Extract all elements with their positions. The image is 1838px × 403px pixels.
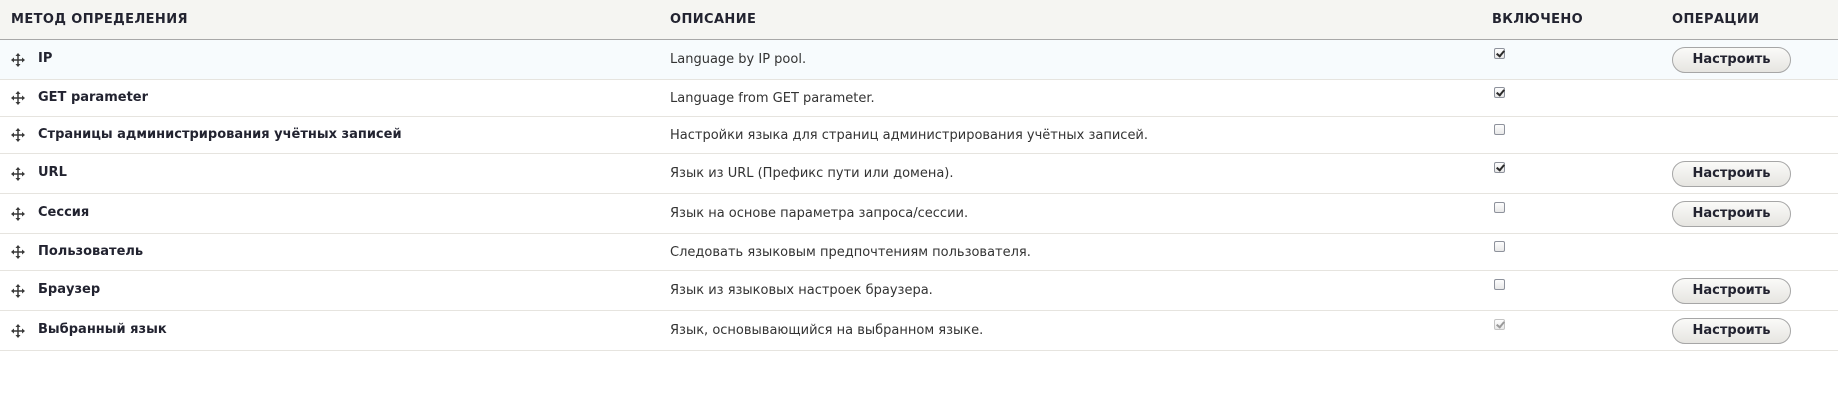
method-description: Язык из URL (Префикс пути или домена). xyxy=(670,166,954,181)
method-description: Язык, основывающийся на выбранном языке. xyxy=(670,323,984,338)
drag-handle-icon[interactable] xyxy=(11,91,25,105)
drag-handle-icon[interactable] xyxy=(11,323,25,338)
configure-button[interactable]: Настроить xyxy=(1672,46,1791,73)
enabled-checkbox[interactable] xyxy=(1494,202,1505,213)
table-row: GET parameter Language from GET paramete… xyxy=(0,79,1838,117)
method-label: IP xyxy=(38,51,53,66)
drag-handle-icon[interactable] xyxy=(11,206,25,221)
configure-button[interactable]: Настроить xyxy=(1672,200,1791,227)
method-label: Пользователь xyxy=(38,243,144,259)
table-header-row: МЕТОД ОПРЕДЕЛЕНИЯ ОПИСАНИЕ ВКЛЮЧЕНО ОПЕР… xyxy=(0,0,1838,40)
drag-handle-icon[interactable] xyxy=(11,283,25,298)
enabled-checkbox[interactable] xyxy=(1494,48,1505,59)
table-row: IP Language by IP pool. Настроить xyxy=(0,39,1838,80)
drag-handle-icon[interactable] xyxy=(11,166,25,181)
drag-handle-icon[interactable] xyxy=(11,52,25,67)
column-header-method: МЕТОД ОПРЕДЕЛЕНИЯ xyxy=(0,0,670,40)
method-description: Язык из языковых настроек браузера. xyxy=(670,283,933,298)
table-row: Сессия Язык на основе параметра запроса/… xyxy=(0,193,1838,234)
method-label: URL xyxy=(38,165,67,180)
table-row: Страницы администрирования учётных запис… xyxy=(0,116,1838,154)
column-header-enabled: ВКЛЮЧЕНО xyxy=(1492,0,1672,40)
column-header-description: ОПИСАНИЕ xyxy=(670,0,1492,40)
enabled-checkbox[interactable] xyxy=(1494,123,1505,135)
enabled-checkbox[interactable] xyxy=(1494,279,1505,290)
column-header-operations: ОПЕРАЦИИ xyxy=(1672,0,1838,40)
configure-button[interactable]: Настроить xyxy=(1672,160,1791,187)
method-description: Настройки языка для страниц администриро… xyxy=(670,127,1149,143)
enabled-checkbox[interactable] xyxy=(1494,86,1505,98)
method-label: Страницы администрирования учётных запис… xyxy=(38,126,402,142)
method-label: Сессия xyxy=(38,205,90,220)
method-label: Браузер xyxy=(38,282,101,297)
method-label: Выбранный язык xyxy=(38,322,167,337)
drag-handle-icon[interactable] xyxy=(11,245,25,259)
table-row: Выбранный язык Язык, основывающийся на в… xyxy=(0,310,1838,351)
table-row: Браузер Язык из языковых настроек браузе… xyxy=(0,270,1838,311)
enabled-checkbox xyxy=(1494,319,1505,330)
table-row: URL Язык из URL (Префикс пути или домена… xyxy=(0,153,1838,194)
method-description: Language by IP pool. xyxy=(670,52,807,67)
table-row: Пользователь Следовать языковым предпочт… xyxy=(0,233,1838,271)
method-label: GET parameter xyxy=(38,89,149,105)
enabled-checkbox[interactable] xyxy=(1494,240,1505,252)
drag-handle-icon[interactable] xyxy=(11,128,25,142)
method-description: Язык на основе параметра запроса/сессии. xyxy=(670,206,969,221)
method-description: Language from GET parameter. xyxy=(670,90,875,106)
detection-methods-table: МЕТОД ОПРЕДЕЛЕНИЯ ОПИСАНИЕ ВКЛЮЧЕНО ОПЕР… xyxy=(0,0,1838,351)
configure-button[interactable]: Настроить xyxy=(1672,277,1791,304)
configure-button[interactable]: Настроить xyxy=(1672,317,1791,344)
method-description: Следовать языковым предпочтениям пользов… xyxy=(670,244,1031,260)
enabled-checkbox[interactable] xyxy=(1494,162,1505,173)
